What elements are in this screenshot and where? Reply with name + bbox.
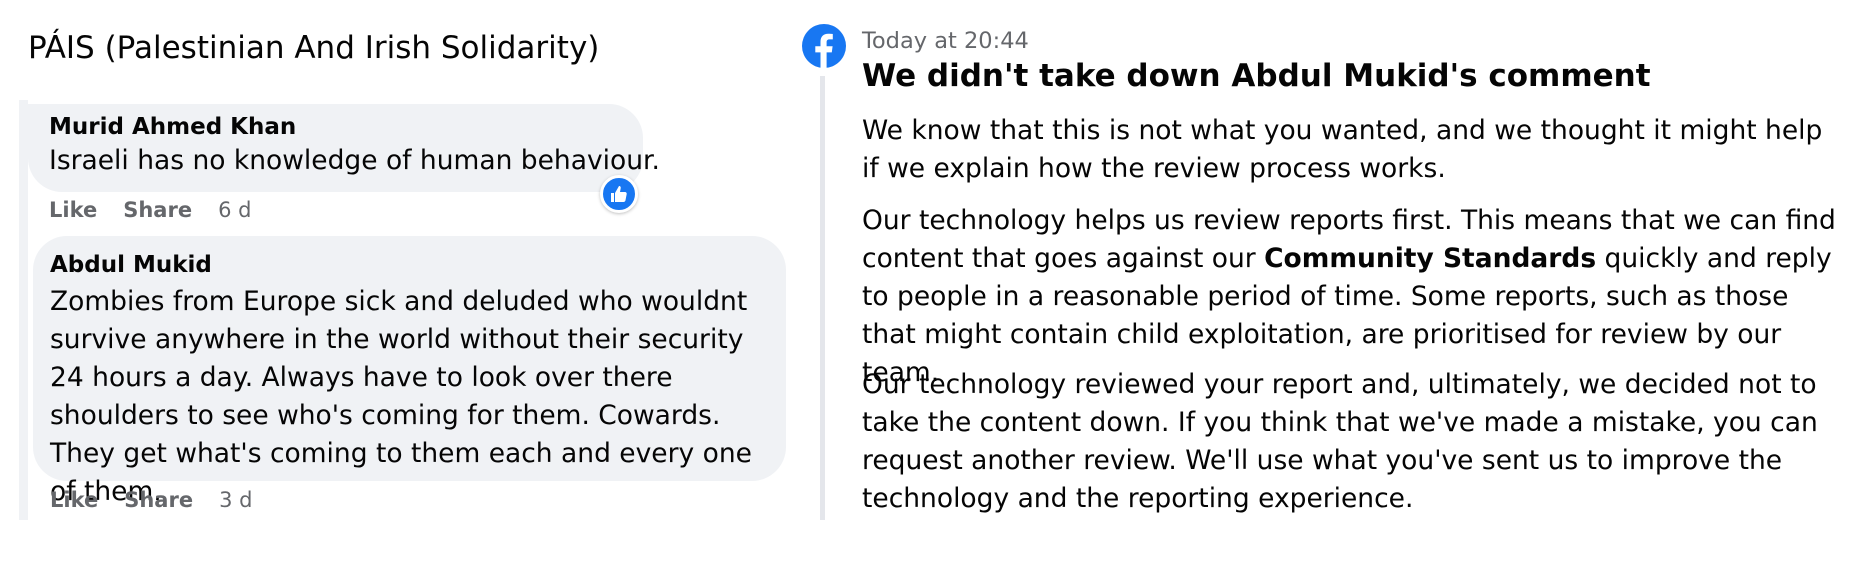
comment-author[interactable]: Abdul Mukid	[50, 252, 212, 278]
comment-text: Israeli has no knowledge of human behavi…	[49, 145, 660, 176]
like-button[interactable]: Like	[49, 198, 97, 222]
community-standards-link[interactable]: Community Standards	[1264, 243, 1596, 274]
share-button[interactable]: Share	[124, 488, 193, 512]
like-button[interactable]: Like	[50, 488, 98, 512]
comment-author[interactable]: Murid Ahmed Khan	[49, 114, 296, 140]
like-reaction-badge[interactable]	[600, 175, 638, 213]
facebook-logo-icon	[802, 24, 846, 68]
message-paragraph: Our technology helps us review reports f…	[862, 202, 1837, 392]
like-icon	[611, 186, 627, 202]
comment-actions: Like Share 6 d	[49, 198, 251, 222]
group-title[interactable]: PÁIS (Palestinian And Irish Solidarity)	[28, 30, 599, 66]
comment-time[interactable]: 3 d	[219, 488, 252, 512]
message-paragraph: Our technology reviewed your report and,…	[862, 369, 1818, 514]
thread-line	[19, 100, 28, 520]
message-paragraph: We know that this is not what you wanted…	[862, 115, 1823, 184]
message-divider	[820, 76, 825, 520]
comment-actions: Like Share 3 d	[50, 488, 252, 512]
share-button[interactable]: Share	[123, 198, 192, 222]
message-timestamp: Today at 20:44	[862, 28, 1029, 54]
comment-text: Zombies from Europe sick and deluded who…	[50, 286, 752, 507]
message-headline: We didn't take down Abdul Mukid's commen…	[862, 58, 1651, 94]
comment-time[interactable]: 6 d	[218, 198, 251, 222]
